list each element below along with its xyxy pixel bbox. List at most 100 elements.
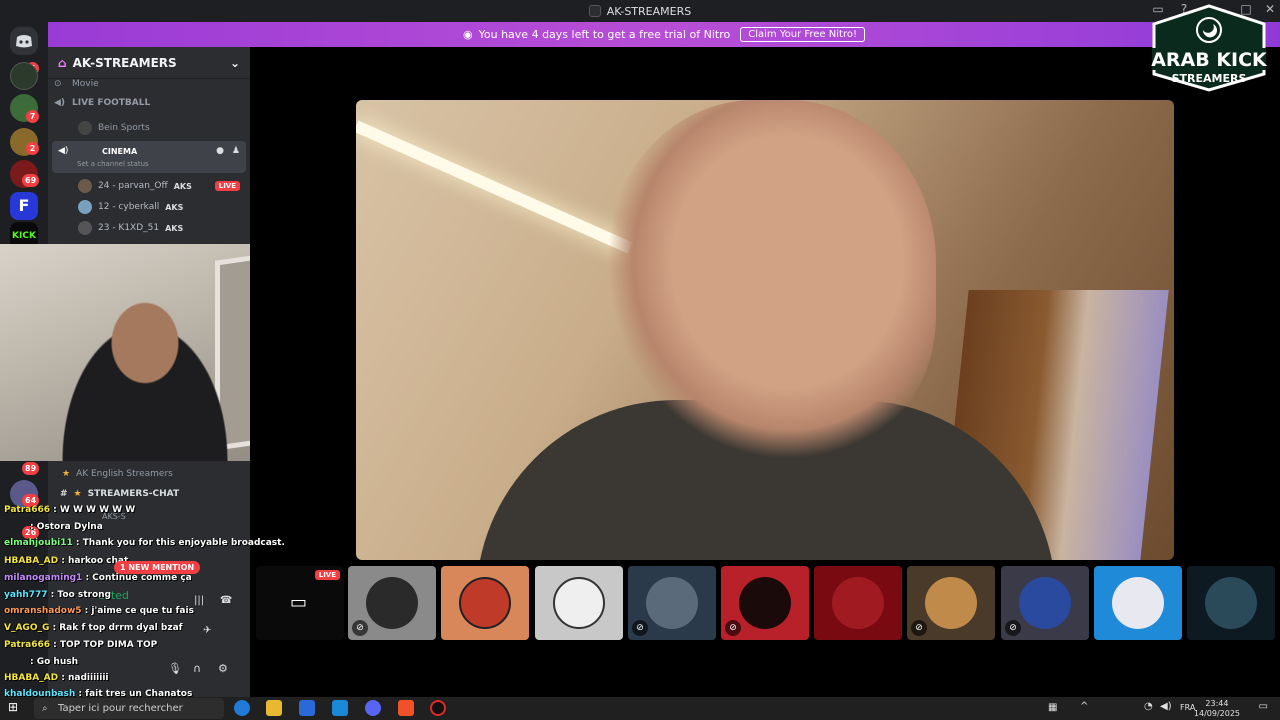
participant-tile[interactable] — [1187, 566, 1275, 640]
channel-label: LIVE FOOTBALL — [72, 98, 151, 108]
network-icon[interactable]: ◔ — [1144, 701, 1153, 712]
participant-tile[interactable]: ⊘ — [628, 566, 716, 640]
avatar — [1019, 577, 1071, 629]
noise-suppression-icon[interactable]: ||| — [194, 595, 204, 606]
logo-line1: ARAB KICK — [1151, 49, 1268, 71]
window-titlebar: AK-STREAMERS ▭ ? – □ ✕ — [0, 0, 1280, 22]
claim-nitro-button[interactable]: Claim Your Free Nitro! — [740, 27, 865, 42]
discord-taskbar-icon[interactable] — [365, 700, 381, 716]
chat-text: : W W W W W W — [50, 505, 136, 515]
server-badge: 7 — [26, 110, 39, 123]
hash-icon: # — [60, 489, 68, 499]
participant-tile[interactable]: ⊘ — [1001, 566, 1089, 640]
taskbar-search[interactable]: ⌕ Taper ici pour rechercher — [34, 698, 224, 719]
star-icon: ★ — [73, 489, 82, 499]
chat-text: : j'aime ce que tu fais — [81, 606, 194, 616]
voice-user[interactable]: 24 - parvan_Off AKS LIVE — [78, 177, 248, 195]
keyboard-icon[interactable]: ▦ — [1048, 702, 1057, 713]
chat-icon[interactable]: ● — [216, 146, 224, 156]
add-user-icon[interactable]: ♟ — [232, 146, 240, 156]
microphone-icon[interactable]: 🎙 — [168, 662, 182, 675]
window-title: AK-STREAMERS — [606, 4, 692, 18]
voice-user-name: 23 - K1XD_51 — [98, 223, 160, 233]
voice-user[interactable]: 23 - K1XD_51 AKS — [78, 219, 248, 237]
direct-messages-icon[interactable] — [10, 27, 38, 55]
participant-tile[interactable]: ⊘ — [721, 566, 809, 640]
server-badge: 89 — [22, 462, 40, 475]
activity-icon[interactable]: ✈ — [203, 625, 211, 636]
voice-user-name: 12 - cyberkall — [98, 202, 160, 212]
chat-message: HBABA_AD : harkoo chat — [4, 556, 128, 566]
mail-icon[interactable] — [332, 700, 348, 716]
disconnect-icon[interactable]: ☎ — [220, 595, 232, 606]
avatar — [1112, 577, 1164, 629]
participant-tile[interactable] — [1094, 566, 1182, 640]
obs-icon[interactable] — [430, 700, 446, 716]
server-asia-icon[interactable] — [10, 62, 38, 90]
chat-text: : Thank you for this enjoyable broadcast… — [72, 538, 285, 548]
muted-icon: ⊘ — [632, 620, 648, 636]
category-english[interactable]: ★ AK English Streamers — [62, 469, 252, 479]
participant-tile[interactable] — [814, 566, 902, 640]
avatar — [366, 577, 418, 629]
notification-icon[interactable]: ▭ — [1259, 701, 1268, 712]
chat-user: yahh777 — [4, 590, 48, 600]
server-header[interactable]: ⌂ AK-STREAMERS ⌄ — [48, 47, 250, 79]
chat-text: : Too strong — [47, 590, 111, 600]
muted-icon: ⊘ — [352, 620, 368, 636]
brave-icon[interactable] — [398, 700, 414, 716]
taskbar-clock[interactable]: 23:44 14/09/2025 — [1194, 699, 1240, 719]
channel-cinema[interactable]: ◀) CINEMA Set a channel status ● ♟ — [52, 141, 246, 173]
volume-icon[interactable]: ◀) — [1160, 701, 1172, 712]
live-badge: LIVE — [214, 181, 240, 191]
headphones-icon[interactable]: ∩ — [193, 662, 201, 675]
clock-date: 14/09/2025 — [1193, 709, 1240, 718]
chat-message: yahh777 : Too strong — [4, 590, 111, 600]
chat-text: : Go hush — [30, 657, 79, 667]
chat-user: Patra666 — [4, 505, 51, 515]
muted-icon: ⊘ — [911, 620, 927, 636]
participant-tile[interactable] — [441, 566, 529, 640]
focused-stream-video[interactable] — [356, 100, 1174, 560]
channel-streamers-chat[interactable]: # ★ STREAMERS-CHAT — [60, 489, 250, 499]
chat-text: : Ostora Dylna — [30, 522, 103, 532]
channel-bein-sports[interactable]: Bein Sports — [78, 121, 268, 135]
chat-text: : Continue comme ça — [82, 573, 192, 583]
discord-app-icon — [588, 5, 601, 17]
chat-user: HBABA_AD — [4, 556, 59, 566]
participant-tile[interactable]: ⊘ — [907, 566, 995, 640]
avatar — [925, 577, 977, 629]
server-f-icon[interactable]: F — [10, 192, 38, 220]
nitro-banner-text: You have 4 days left to get a free trial… — [478, 28, 731, 41]
file-explorer-icon[interactable] — [266, 700, 282, 716]
new-mention-pill[interactable]: 1 NEW MENTION — [114, 561, 201, 574]
muted-icon: ⊘ — [725, 620, 741, 636]
channel-live-football[interactable]: ◀) LIVE FOOTBALL — [54, 98, 244, 108]
start-button[interactable]: ⊞ — [8, 700, 24, 716]
stream-tile-screen[interactable]: LIVE ▭ — [256, 566, 344, 640]
channel-label: STREAMERS-CHAT — [87, 489, 180, 499]
category-movie[interactable]: ⊙ Movie — [54, 79, 244, 89]
chat-user: milanogaming1 — [4, 573, 83, 583]
participant-tile[interactable]: ⊘ — [348, 566, 436, 640]
muted-icon: ⊘ — [1005, 620, 1021, 636]
edge-icon[interactable] — [234, 700, 250, 716]
avatar — [78, 221, 92, 235]
chat-message: elmahjoubi11 : Thank you for this enjoya… — [4, 538, 285, 548]
chat-user: elmahjoubi11 — [4, 538, 73, 548]
logo-line2: STREAMERS — [1172, 72, 1247, 85]
voice-user-name: 24 - parvan_Off — [98, 181, 168, 191]
chat-user: HBABA_AD — [4, 673, 59, 683]
participant-tile[interactable] — [535, 566, 623, 640]
chat-user: omranshadow5 — [4, 606, 82, 616]
chat-message: Patra666 : TOP TOP DIMA TOP — [4, 640, 157, 650]
chat-message: : Ostora Dylna — [30, 522, 103, 532]
search-icon: ⌕ — [42, 703, 48, 714]
settings-gear-icon[interactable]: ⚙ — [218, 662, 228, 675]
store-icon[interactable] — [299, 700, 315, 716]
channel-status[interactable]: Set a channel status — [77, 160, 149, 168]
voice-user[interactable]: 12 - cyberkall AKS — [78, 198, 248, 216]
chat-user: V_AGO_G — [4, 623, 50, 633]
chevron-up-icon[interactable]: ^ — [1080, 701, 1088, 712]
channel-label: CINEMA — [102, 147, 138, 156]
